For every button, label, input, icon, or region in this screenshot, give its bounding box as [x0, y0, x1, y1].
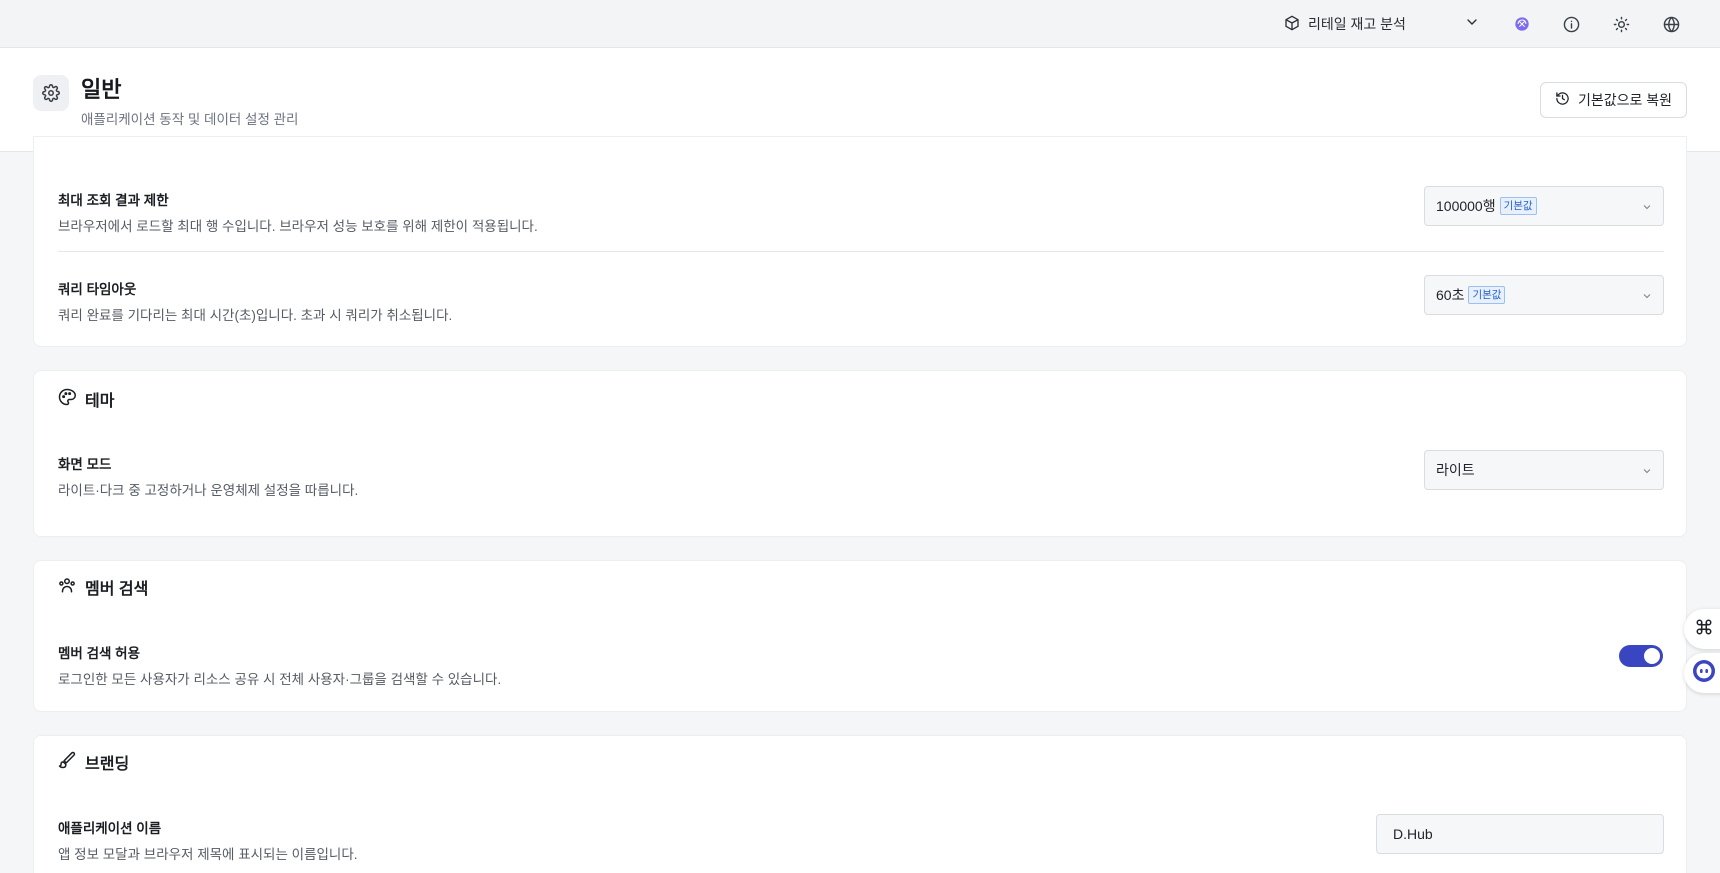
project-selector[interactable]: 리테일 재고 분석 — [1284, 12, 1477, 36]
apps-float-button[interactable] — [1684, 609, 1720, 649]
reset-defaults-button[interactable]: 기본값으로 복원 — [1540, 82, 1687, 118]
query-settings-card: 최대 조회 결과 제한 브라우저에서 로드할 최대 행 수입니다. 브라우저 성… — [33, 136, 1687, 347]
max-rows-value: 100000행 — [1436, 198, 1496, 214]
member-search-desc: 로그인한 모든 사용자가 리소스 공유 시 전체 사용자·그룹을 검색할 수 있… — [58, 672, 502, 687]
page-title: 일반 — [81, 77, 122, 102]
sun-icon[interactable] — [1609, 12, 1633, 36]
bot-icon — [1692, 659, 1716, 688]
member-search-title: 멤버 검색 — [58, 575, 148, 599]
ai-logo-icon[interactable] — [1510, 12, 1534, 36]
branding-title-text: 브랜딩 — [85, 756, 130, 773]
top-bar: 리테일 재고 분석 — [0, 0, 1720, 48]
member-search-title-text: 멤버 검색 — [85, 581, 149, 598]
branding-card: 브랜딩 애플리케이션 이름 앱 정보 모달과 브라우저 제목에 표시되는 이름입… — [33, 735, 1687, 873]
history-icon — [1555, 91, 1570, 109]
screen-mode-desc: 라이트·다크 중 고정하거나 운영체제 설정을 따릅니다. — [58, 483, 359, 498]
command-icon — [1695, 618, 1713, 641]
gear-icon — [33, 75, 69, 111]
query-timeout-label: 쿼리 타임아웃 — [58, 282, 137, 297]
app-name-desc: 앱 정보 모달과 브라우저 제목에 표시되는 이름입니다. — [58, 847, 358, 862]
max-rows-label: 최대 조회 결과 제한 — [58, 193, 169, 208]
brush-icon — [58, 751, 76, 774]
chevron-down-icon — [1641, 200, 1653, 216]
theme-card: 테마 화면 모드 라이트·다크 중 고정하거나 운영체제 설정을 따릅니다. 라… — [33, 370, 1687, 537]
chevron-down-icon — [1641, 464, 1653, 480]
screen-mode-label: 화면 모드 — [58, 457, 112, 472]
member-search-label: 멤버 검색 허용 — [58, 646, 141, 661]
max-rows-desc: 브라우저에서 로드할 최대 행 수입니다. 브라우저 성능 보호를 위해 제한이… — [58, 219, 538, 234]
users-icon — [58, 576, 76, 599]
project-name: 리테일 재고 분석 — [1308, 16, 1406, 32]
default-badge: 기본값 — [1499, 197, 1537, 215]
query-timeout-desc: 쿼리 완료를 기다리는 최대 시간(초)입니다. 초과 시 쿼리가 취소됩니다. — [58, 308, 453, 323]
screen-mode-value: 라이트 — [1436, 462, 1475, 478]
default-badge: 기본값 — [1468, 286, 1506, 304]
query-timeout-select[interactable]: 60초 기본값 — [1424, 275, 1664, 315]
member-search-toggle[interactable] — [1619, 645, 1663, 667]
branding-title: 브랜딩 — [58, 750, 129, 774]
theme-title: 테마 — [58, 387, 114, 411]
max-rows-select[interactable]: 100000행 기본값 — [1424, 186, 1664, 226]
toggle-knob — [1644, 648, 1660, 664]
divider — [58, 251, 1664, 252]
app-name-input[interactable] — [1376, 814, 1664, 854]
palette-icon — [58, 388, 77, 411]
chevron-down-icon — [1641, 289, 1653, 305]
globe-icon[interactable] — [1659, 12, 1683, 36]
chevron-down-icon[interactable] — [1464, 14, 1480, 33]
assistant-float-button[interactable] — [1684, 653, 1720, 693]
reset-defaults-label: 기본값으로 복원 — [1577, 92, 1673, 108]
theme-title-text: 테마 — [85, 393, 115, 410]
member-search-card: 멤버 검색 멤버 검색 허용 로그인한 모든 사용자가 리소스 공유 시 전체 … — [33, 560, 1687, 712]
cube-icon — [1284, 15, 1300, 34]
app-name-label: 애플리케이션 이름 — [58, 821, 162, 836]
query-timeout-value: 60초 — [1436, 287, 1465, 303]
screen-mode-select[interactable]: 라이트 — [1424, 450, 1664, 490]
info-icon[interactable] — [1559, 12, 1583, 36]
page-subtitle: 애플리케이션 동작 및 데이터 설정 관리 — [81, 112, 299, 127]
